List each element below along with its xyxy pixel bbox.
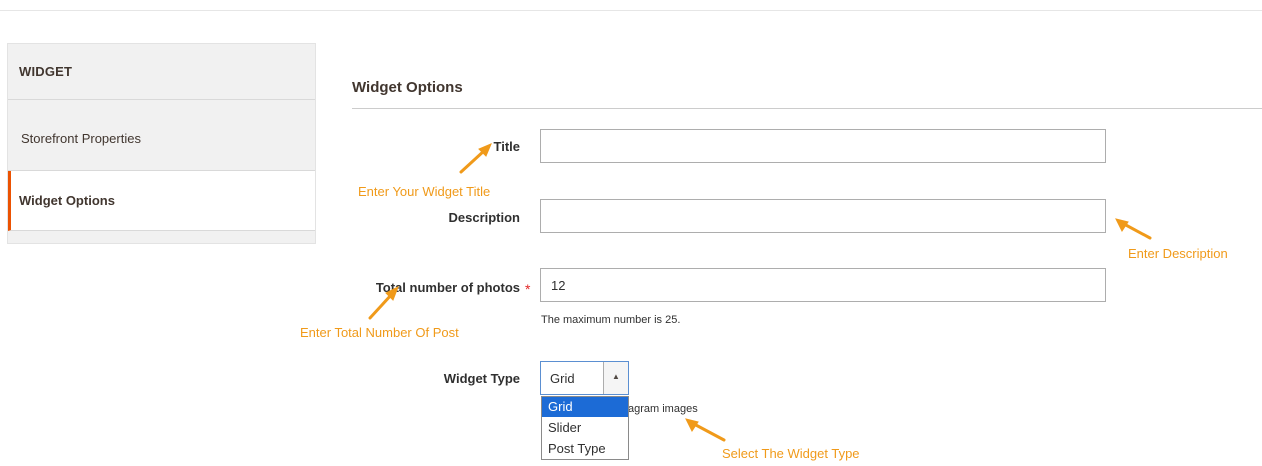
sidebar-item-storefront-properties[interactable]: Storefront Properties	[8, 101, 315, 171]
description-input[interactable]	[540, 199, 1106, 233]
section-title: Widget Options	[352, 79, 463, 96]
option-grid[interactable]: Grid	[542, 397, 628, 417]
required-marker: *	[525, 281, 531, 297]
sidebar-item-label: Storefront Properties	[21, 131, 141, 146]
section-divider	[352, 108, 1262, 109]
total-photos-input[interactable]	[540, 268, 1106, 302]
sidebar-heading-label: WIDGET	[19, 64, 73, 79]
top-divider	[0, 10, 1262, 11]
sidebar-nav: WIDGET Storefront Properties Widget Opti…	[7, 43, 316, 244]
widget-type-note: agram images	[628, 403, 698, 415]
sidebar-item-label: Widget Options	[19, 193, 115, 208]
option-post-type[interactable]: Post Type	[542, 439, 628, 459]
select-toggle-button[interactable]: ▲	[603, 362, 628, 394]
description-label: Description	[448, 210, 520, 225]
widget-type-dropdown: Grid Slider Post Type	[541, 396, 629, 460]
title-input[interactable]	[540, 129, 1106, 163]
total-photos-note: The maximum number is 25.	[541, 314, 681, 326]
arrow-to-widget-type	[692, 422, 726, 442]
widget-type-select[interactable]: Grid ▲	[540, 361, 629, 395]
annotation-total: Enter Total Number Of Post	[300, 325, 459, 340]
arrow-to-description	[1122, 222, 1152, 240]
annotation-title: Enter Your Widget Title	[358, 184, 491, 199]
widget-type-selected-value: Grid	[550, 371, 575, 386]
sidebar-item-widget-options[interactable]: Widget Options	[8, 171, 315, 231]
arrow-to-total	[368, 292, 394, 320]
total-photos-label: Total number of photos	[375, 280, 520, 295]
widget-type-label: Widget Type	[443, 371, 520, 386]
option-slider[interactable]: Slider	[542, 418, 628, 438]
sidebar-heading: WIDGET	[8, 44, 315, 100]
chevron-up-icon: ▲	[612, 372, 620, 381]
annotation-description: Enter Description	[1128, 246, 1228, 261]
title-label: Title	[493, 139, 521, 154]
annotation-widget-type: Select The Widget Type	[722, 446, 860, 461]
